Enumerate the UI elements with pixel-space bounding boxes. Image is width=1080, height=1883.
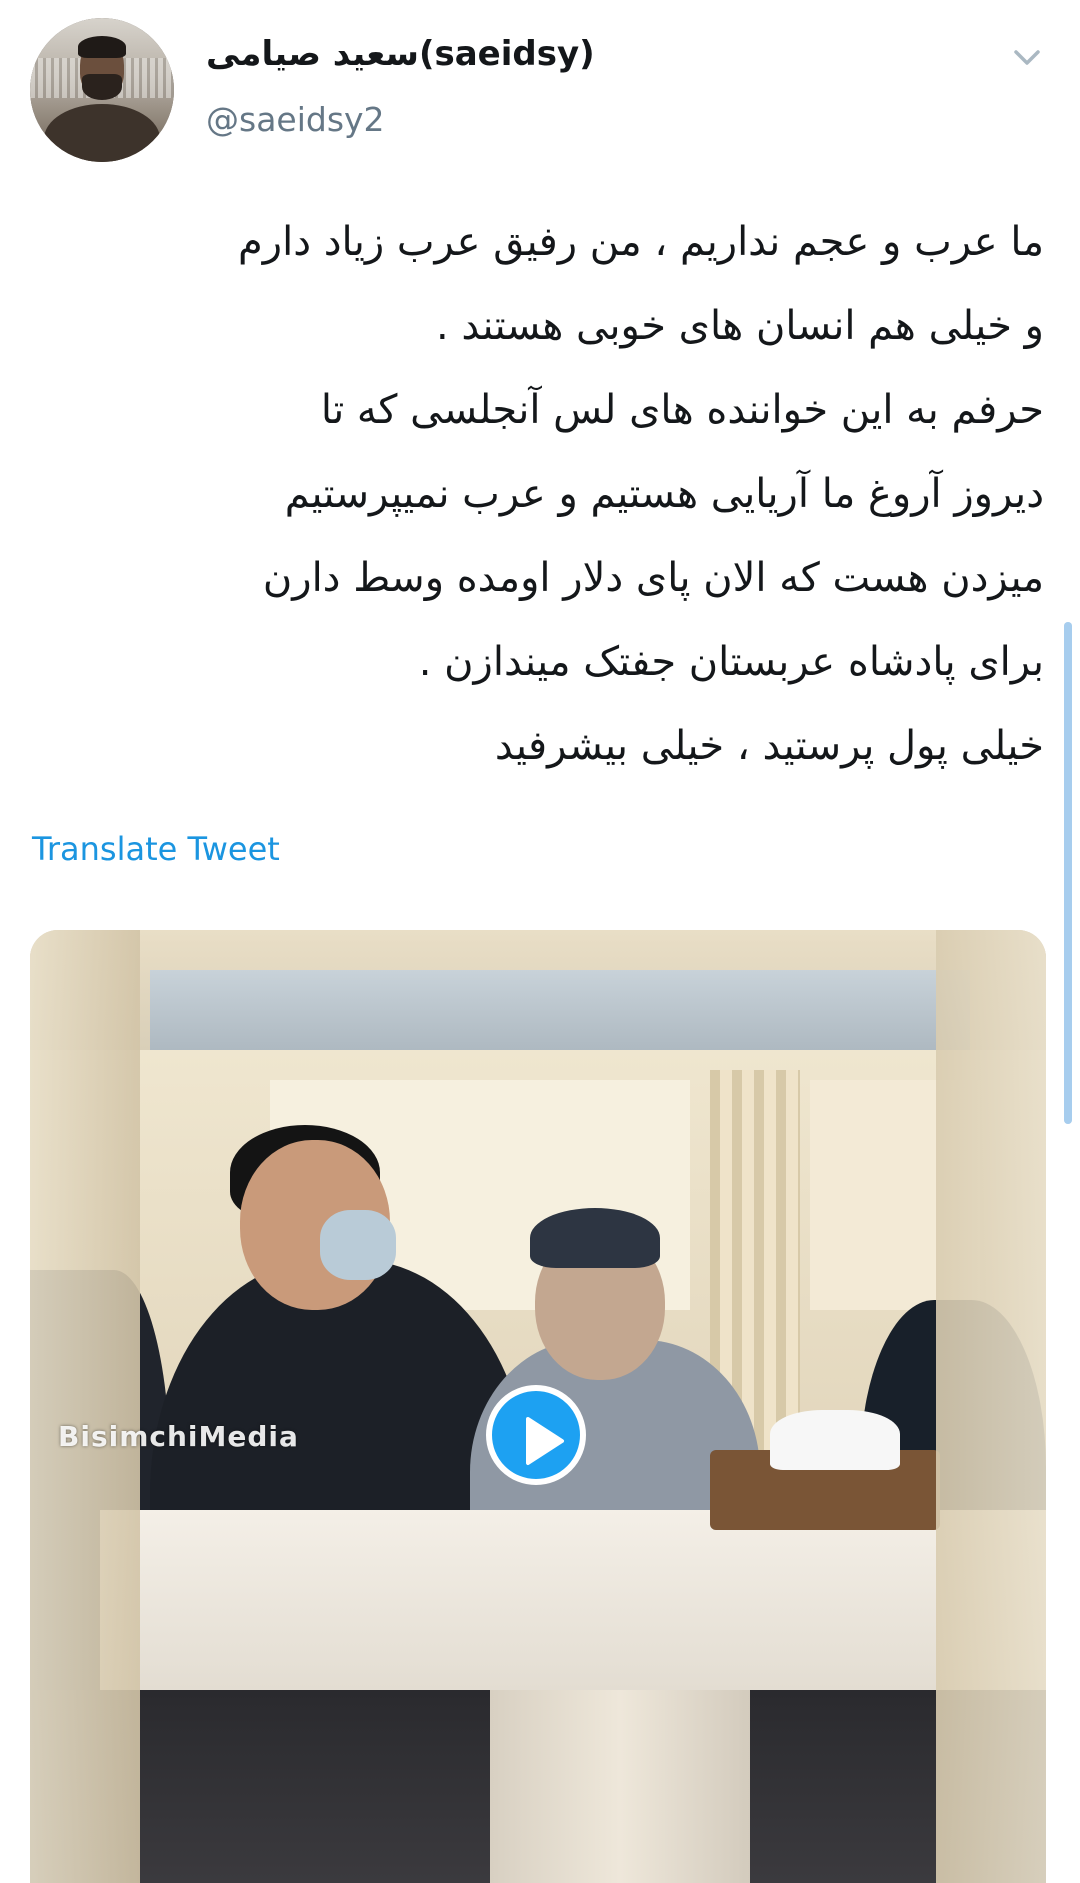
tweet-text-line: دیروز آروغ ما آریایی هستیم و عرب نمیپرست… xyxy=(284,471,1044,517)
tweet-text-line: ما عرب و عجم نداریم ، من رفیق عرب زیاد د… xyxy=(238,219,1044,265)
tweet-page: سعید صیامی(saeidsy) @saeidsy2 ما عرب و ع… xyxy=(0,0,1080,1883)
translate-tweet-link[interactable]: Translate Tweet xyxy=(32,826,280,872)
tweet-text-line: میزدن هست که الان پای دلار اومده وسط دار… xyxy=(262,555,1044,601)
play-icon xyxy=(526,1417,564,1465)
chevron-down-icon[interactable] xyxy=(1010,42,1044,72)
author-display-name[interactable]: سعید صیامی(saeidsy) xyxy=(206,30,595,78)
scrollbar-thumb[interactable] xyxy=(1064,622,1072,1124)
scrollbar[interactable] xyxy=(1064,622,1072,1124)
author-username[interactable]: @saeidsy2 xyxy=(206,98,385,142)
tweet-text-line: و خیلی هم انسان های خوبی هستند . xyxy=(436,303,1044,349)
avatar[interactable] xyxy=(30,18,174,162)
tweet-text-line: خیلی پول پرستید ، خیلی بیشرفید xyxy=(494,723,1044,769)
video-thumbnail[interactable]: BisimchiMedia xyxy=(30,930,1046,1883)
video-watermark: BisimchiMedia xyxy=(58,1420,299,1453)
tweet-text: ما عرب و عجم نداریم ، من رفیق عرب زیاد د… xyxy=(30,200,1044,788)
tweet-text-line: حرفم به این خواننده های لس آنجلسی که تا xyxy=(320,387,1044,433)
play-button[interactable] xyxy=(486,1385,586,1485)
tweet-text-line: برای پادشاه عربستان جفتک میندازن . xyxy=(418,639,1044,685)
